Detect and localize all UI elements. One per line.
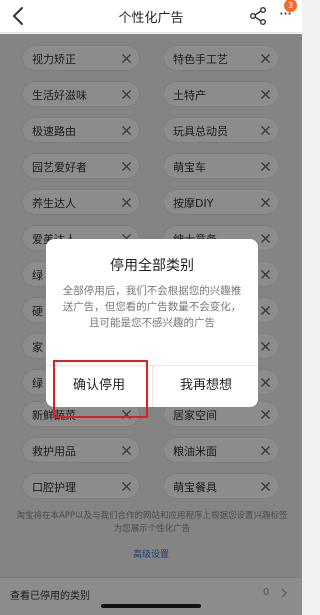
dialog-title: 停用全部类别 xyxy=(110,258,194,274)
share-icon[interactable] xyxy=(248,6,268,26)
highlight-box xyxy=(53,360,148,418)
nav-bar: 个性化广告 ··· 3 xyxy=(0,0,302,33)
dialog-message: 全部停用后，我们不会根据您的兴趣推送广告，但您看的广告数量不会变化，且可能是您不… xyxy=(62,285,242,329)
cancel-button[interactable]: 我再想想 xyxy=(153,365,258,407)
